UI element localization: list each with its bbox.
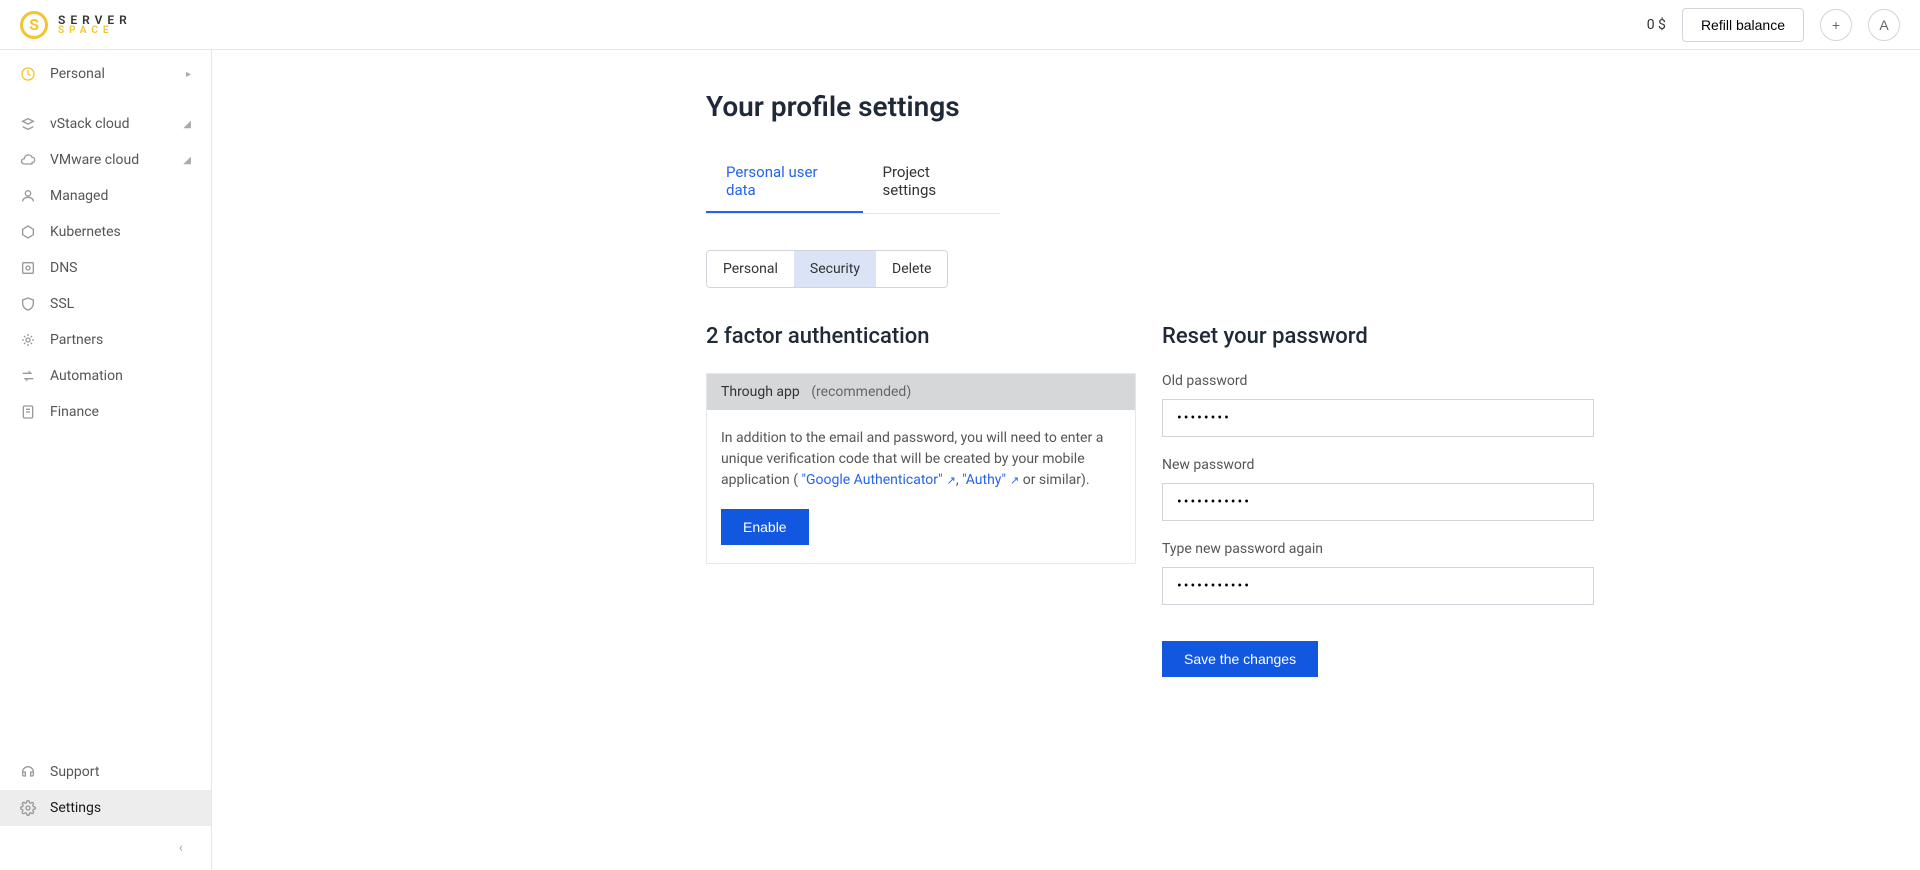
personal-icon [20, 66, 36, 82]
tabs: Personal user data Project settings [706, 151, 1000, 214]
plus-icon: + [1832, 17, 1840, 33]
link-google-authenticator[interactable]: "Google Authenticator" [802, 472, 956, 488]
user-icon [20, 188, 36, 204]
enable-2fa-button[interactable]: Enable [721, 509, 809, 545]
twofa-card: Through app (recommended) In addition to… [706, 373, 1136, 564]
old-password-label: Old password [1162, 373, 1594, 389]
chevron-left-icon: ‹ [179, 840, 183, 856]
sidebar-item-label: Finance [50, 404, 99, 420]
logo-text-top: SERVER [58, 14, 132, 26]
sidebar-item-label: Managed [50, 188, 108, 204]
settings-icon [20, 800, 36, 816]
sidebar-item-label: Automation [50, 368, 123, 384]
twofa-card-body: In addition to the email and password, y… [707, 410, 1135, 509]
sidebar-collapse-button[interactable]: ‹ [0, 826, 211, 870]
sidebar-item-vstack[interactable]: vStack cloud ◢ [0, 106, 211, 142]
logo-icon: S [20, 11, 48, 39]
sidebar-item-label: Partners [50, 332, 103, 348]
sidebar: Personal ▸ vStack cloud ◢ VMware cloud ◢ [0, 50, 212, 870]
sidebar-item-label: Personal [50, 66, 105, 82]
sidebar-item-label: Support [50, 764, 99, 780]
sidebar-item-support[interactable]: Support [0, 754, 211, 790]
partners-icon [20, 332, 36, 348]
link-authy[interactable]: "Authy" [962, 472, 1019, 488]
refill-balance-button[interactable]: Refill balance [1682, 8, 1804, 42]
shield-icon [20, 296, 36, 312]
sidebar-item-label: DNS [50, 260, 78, 276]
sidebar-item-finance[interactable]: Finance [0, 394, 211, 430]
confirm-password-input[interactable] [1162, 567, 1594, 605]
subtab-delete[interactable]: Delete [876, 251, 947, 287]
chevron-icon: ◢ [183, 155, 191, 166]
subtab-personal[interactable]: Personal [707, 251, 794, 287]
twofa-header-rec: (recommended) [811, 384, 911, 400]
sidebar-item-label: Settings [50, 800, 101, 816]
confirm-password-label: Type new password again [1162, 541, 1594, 557]
stack-icon [20, 116, 36, 132]
cloud-icon [20, 152, 36, 168]
avatar-letter: A [1879, 17, 1888, 33]
sidebar-item-ssl[interactable]: SSL [0, 286, 211, 322]
twofa-card-header: Through app (recommended) [707, 374, 1135, 410]
sidebar-item-personal[interactable]: Personal ▸ [0, 56, 211, 92]
sidebar-item-settings[interactable]: Settings [0, 790, 211, 826]
sidebar-item-kubernetes[interactable]: Kubernetes [0, 214, 211, 250]
sidebar-item-managed[interactable]: Managed [0, 178, 211, 214]
logo-text: SERVER SPACE [58, 14, 132, 36]
chevron-right-icon: ▸ [186, 69, 191, 80]
logo-text-bottom: SPACE [58, 26, 132, 36]
save-changes-button[interactable]: Save the changes [1162, 641, 1318, 677]
sidebar-item-automation[interactable]: Automation [0, 358, 211, 394]
support-icon [20, 764, 36, 780]
page-title: Your profile settings [706, 90, 1616, 123]
tab-project-settings[interactable]: Project settings [863, 151, 1001, 213]
main-content: Your profile settings Personal user data… [212, 50, 1920, 870]
header-right: 0 $ Refill balance + A [1647, 8, 1900, 42]
reset-password-section: Reset your password Old password New pas… [1162, 324, 1594, 677]
balance-amount: 0 $ [1647, 17, 1666, 33]
kubernetes-icon [20, 224, 36, 240]
reset-password-title: Reset your password [1162, 324, 1594, 349]
finance-icon [20, 404, 36, 420]
new-password-input[interactable] [1162, 483, 1594, 521]
tab-personal-user-data[interactable]: Personal user data [706, 151, 863, 213]
logo[interactable]: S SERVER SPACE [20, 11, 132, 39]
twofa-section: 2 factor authentication Through app (rec… [706, 324, 1136, 677]
twofa-header-main: Through app [721, 384, 800, 400]
new-password-label: New password [1162, 457, 1594, 473]
chevron-icon: ◢ [183, 119, 191, 130]
subtab-security[interactable]: Security [794, 251, 876, 287]
subtabs: Personal Security Delete [706, 250, 948, 288]
twofa-title: 2 factor authentication [706, 324, 1136, 349]
avatar-button[interactable]: A [1868, 9, 1900, 41]
twofa-body-post: or similar). [1019, 472, 1089, 488]
sidebar-item-label: Kubernetes [50, 224, 121, 240]
dns-icon [20, 260, 36, 276]
sidebar-item-label: SSL [50, 296, 74, 312]
sidebar-item-dns[interactable]: DNS [0, 250, 211, 286]
automation-icon [20, 368, 36, 384]
add-button[interactable]: + [1820, 9, 1852, 41]
sidebar-item-partners[interactable]: Partners [0, 322, 211, 358]
sidebar-item-vmware[interactable]: VMware cloud ◢ [0, 142, 211, 178]
sidebar-item-label: vStack cloud [50, 116, 130, 132]
sidebar-item-label: VMware cloud [50, 152, 139, 168]
old-password-input[interactable] [1162, 399, 1594, 437]
header: S SERVER SPACE 0 $ Refill balance + A [0, 0, 1920, 50]
